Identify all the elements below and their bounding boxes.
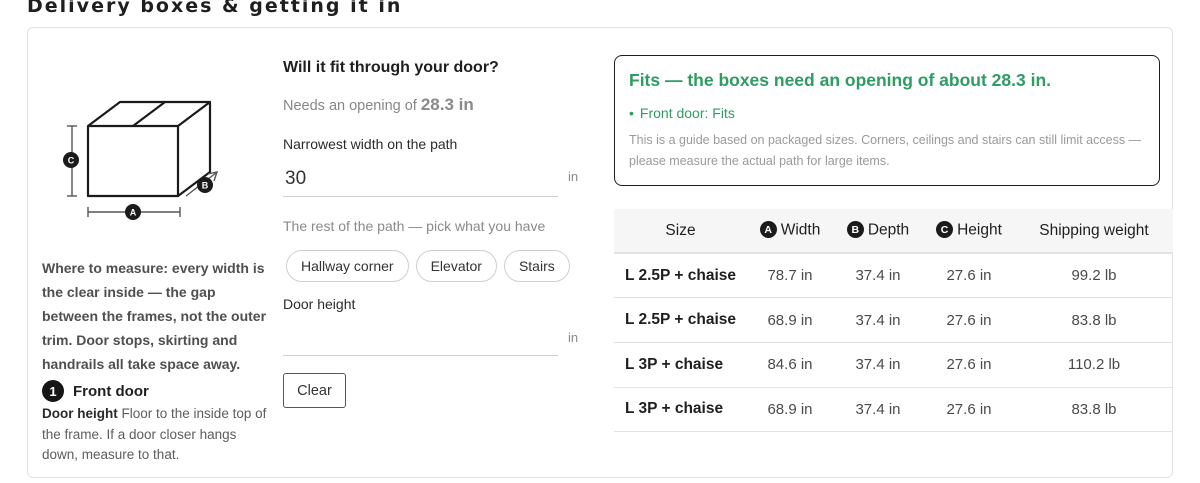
header-height-text: Height — [957, 221, 1002, 239]
step-number: 1 — [42, 380, 64, 402]
cell-width: 78.7 in — [747, 253, 833, 299]
cell-height: 27.6 in — [923, 253, 1015, 299]
needs-value: 28.3 in — [420, 95, 474, 114]
step-desc-title: Door height — [42, 406, 118, 421]
height-field-label: Door height — [283, 296, 356, 312]
header-width-text: Width — [780, 221, 821, 239]
cell-height: 27.6 in — [923, 387, 1015, 433]
width-input[interactable] — [283, 161, 558, 197]
width-unit: in — [568, 169, 579, 184]
result-note: This is a guide based on packaged sizes.… — [629, 133, 1142, 168]
cell-width: 68.9 in — [747, 297, 833, 343]
result-item-text: Front door: Fits — [639, 105, 735, 121]
section-title: Delivery boxes & getting it in — [27, 0, 403, 17]
table-row: L 3P + chaise 84.6 in 37.4 in 27.6 in 11… — [614, 342, 1173, 388]
dimension-label-c: C — [68, 156, 75, 166]
cell-depth: 37.4 in — [833, 297, 923, 343]
badge-b-icon: B — [846, 221, 864, 239]
header-weight: Shipping weight — [1015, 209, 1173, 254]
delivery-card: C A B Where to measure: every width is t… — [27, 27, 1173, 478]
path-chips: Hallway corner Elevator Stairs — [286, 250, 570, 282]
height-unit: in — [568, 330, 579, 345]
result-item: • Front door: Fits — [629, 105, 1145, 121]
clear-button[interactable]: Clear — [283, 373, 346, 408]
cell-size: L 3P + chaise — [614, 387, 747, 433]
rest-path-label: The rest of the path — pick what you hav… — [283, 218, 546, 234]
sizes-table: Size A Width B Depth C Height Shipping weig… — [614, 209, 1173, 433]
cell-height: 27.6 in — [923, 342, 1015, 388]
needs-opening: Needs an opening of 28.3 in — [283, 95, 474, 115]
header-depth: B Depth — [833, 209, 923, 254]
badge-c-icon: C — [936, 221, 954, 239]
dimension-label-b: B — [202, 181, 209, 191]
cell-size: L 2.5P + chaise — [614, 297, 747, 343]
dimension-label-a: A — [130, 208, 137, 218]
badge-a-icon: A — [759, 221, 777, 239]
cell-depth: 37.4 in — [833, 387, 923, 433]
fit-title: Will it fit through your door? — [283, 59, 499, 76]
step-front-door: 1 Front door — [42, 380, 149, 402]
chip-hallway-corner[interactable]: Hallway corner — [286, 250, 409, 282]
width-field-label: Narrowest width on the path — [283, 136, 458, 152]
table-row: L 2.5P + chaise 68.9 in 37.4 in 27.6 in … — [614, 297, 1173, 343]
cell-weight: 110.2 lb — [1015, 342, 1173, 388]
bullet-icon: • — [629, 105, 634, 121]
cell-width: 68.9 in — [747, 387, 833, 433]
chip-elevator[interactable]: Elevator — [415, 250, 497, 282]
cell-weight: 99.2 lb — [1015, 253, 1173, 299]
header-height: C Height — [923, 209, 1015, 254]
table-row: L 3P + chaise 68.9 in 37.4 in 27.6 in 83… — [614, 387, 1173, 433]
table-row: L 2.5P + chaise 78.7 in 37.4 in 27.6 in … — [614, 253, 1173, 299]
cell-size: L 3P + chaise — [614, 342, 747, 388]
box-dimensions-illustration: C A B — [63, 100, 219, 220]
needs-text: Needs an opening of — [283, 98, 417, 114]
table-header-row: Size A Width B Depth C Height Shipping weig… — [614, 209, 1173, 254]
cell-weight: 83.8 lb — [1015, 297, 1173, 343]
door-height-input[interactable] — [283, 318, 558, 356]
header-size: Size — [614, 209, 747, 254]
chip-stairs[interactable]: Stairs — [503, 250, 570, 282]
step-label: Front door — [73, 382, 149, 400]
fit-result-box: Fits — the boxes need an opening of abou… — [614, 55, 1160, 186]
step-description: Door height Floor to the inside top of t… — [42, 404, 274, 466]
measure-note: Where to measure: every width is the cle… — [42, 260, 267, 372]
cell-width: 84.6 in — [747, 342, 833, 388]
cell-depth: 37.4 in — [833, 253, 923, 299]
cell-height: 27.6 in — [923, 297, 1015, 343]
cell-depth: 37.4 in — [833, 342, 923, 388]
cell-weight: 83.8 lb — [1015, 387, 1173, 433]
result-title: Fits — the boxes need an opening of abou… — [629, 70, 1051, 90]
cell-size: L 2.5P + chaise — [614, 253, 747, 299]
header-width: A Width — [747, 209, 833, 254]
header-depth-text: Depth — [867, 221, 910, 239]
